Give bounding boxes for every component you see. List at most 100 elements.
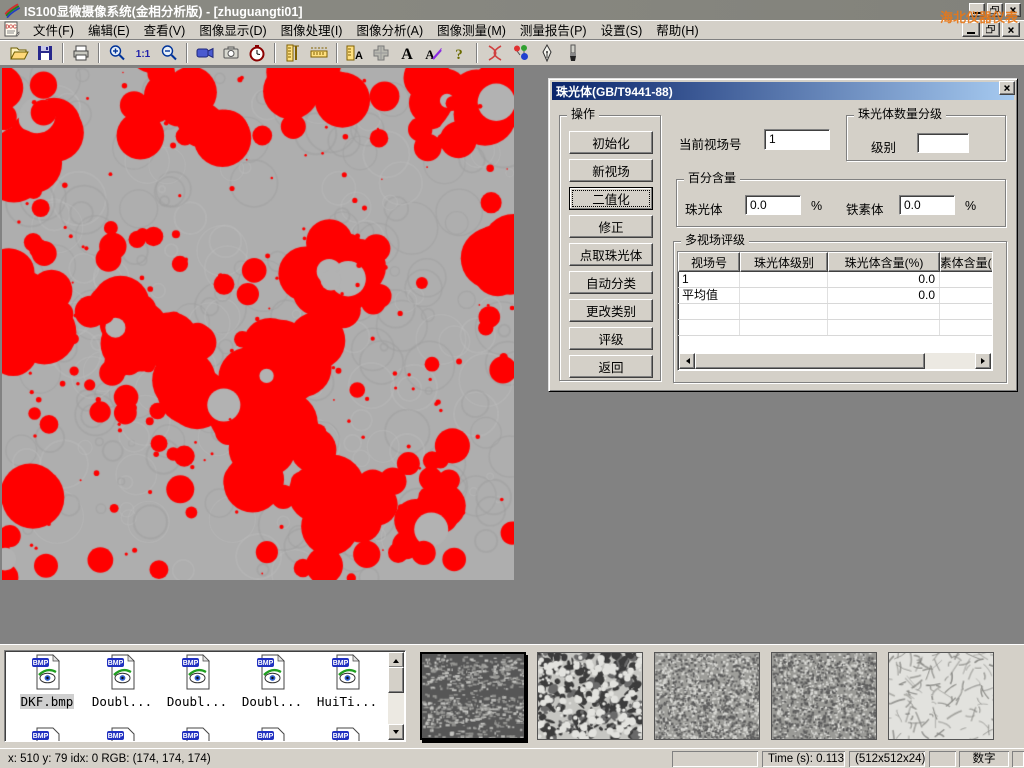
binarize-button[interactable]: 二值化 <box>569 187 653 210</box>
actual-size-icon: 1:1 <box>133 43 153 63</box>
menu-image-analysis[interactable]: 图像分析(A) <box>349 18 430 41</box>
thumbnail-image-5[interactable] <box>888 652 994 740</box>
grade-label: 级别 <box>871 137 896 156</box>
table-row[interactable]: 1 0.0 <box>678 272 992 288</box>
dialog-close-button[interactable]: × <box>999 81 1015 95</box>
pick-pearlite-button[interactable]: 点取珠光体 <box>569 243 653 266</box>
restore-button[interactable] <box>987 3 1003 17</box>
current-field-input[interactable]: 1 <box>764 129 830 150</box>
mdi-restore-button[interactable] <box>982 22 1000 37</box>
menu-view[interactable]: 查看(V) <box>137 18 193 41</box>
menu-edit[interactable]: 编辑(E) <box>81 18 137 41</box>
camera-capture-button[interactable] <box>218 41 244 65</box>
measure-label-button[interactable]: A <box>342 41 368 65</box>
file-item-partial[interactable]: BMP <box>311 727 383 742</box>
brush-tool-button[interactable] <box>560 41 586 65</box>
file-name[interactable]: Doubl... <box>91 694 153 709</box>
auto-classify-button[interactable]: 自动分类 <box>569 271 653 294</box>
menu-measure-report[interactable]: 测量报告(P) <box>513 18 594 41</box>
scroll-down-button[interactable] <box>388 724 404 740</box>
svg-text:BMP: BMP <box>333 660 349 667</box>
camera-capture-icon <box>221 43 241 63</box>
zoom-in-button[interactable] <box>104 41 130 65</box>
menu-file[interactable]: 文件(F) <box>26 18 81 41</box>
scroll-right-button[interactable] <box>975 353 991 369</box>
ferrite-input[interactable]: 0.0 <box>899 195 955 215</box>
file-item[interactable]: BMP Doubl... <box>86 654 158 709</box>
correct-button[interactable]: 修正 <box>569 215 653 238</box>
pen-tool-button[interactable] <box>534 41 560 65</box>
scrollbar-thumb[interactable] <box>695 353 925 369</box>
table-horizontal-scrollbar[interactable] <box>679 353 991 369</box>
file-item[interactable]: BMP Doubl... <box>161 654 233 709</box>
save-file-button[interactable] <box>32 41 58 65</box>
file-item[interactable]: BMP HuiTi... <box>311 654 383 709</box>
initialize-button[interactable]: 初始化 <box>569 131 653 154</box>
menu-image-processing[interactable]: 图像处理(I) <box>274 18 350 41</box>
grid-cross-button[interactable] <box>368 41 394 65</box>
cell-field: 1 <box>678 272 740 287</box>
annotate-tool-button[interactable]: A <box>420 41 446 65</box>
status-cursor-info: x: 510 y: 79 idx: 0 RGB: (174, 174, 174) <box>2 751 668 767</box>
scroll-left-button[interactable] <box>679 353 695 369</box>
open-file-button[interactable] <box>6 41 32 65</box>
video-capture-button[interactable] <box>192 41 218 65</box>
thumbnail-image-2[interactable] <box>537 652 643 740</box>
pearlite-input[interactable]: 0.0 <box>745 195 801 215</box>
text-tool-button[interactable]: A <box>394 41 420 65</box>
zoom-out-button[interactable] <box>156 41 182 65</box>
phase-dots-button[interactable] <box>508 41 534 65</box>
timer-button[interactable] <box>244 41 270 65</box>
caliper-vertical-button[interactable] <box>280 41 306 65</box>
menu-help[interactable]: 帮助(H) <box>649 18 705 41</box>
return-button[interactable]: 返回 <box>569 355 653 378</box>
phase-dots-icon <box>511 43 531 63</box>
grade-button[interactable]: 评级 <box>569 327 653 350</box>
ruler-horizontal-button[interactable] <box>306 41 332 65</box>
print-button[interactable] <box>68 41 94 65</box>
close-button[interactable]: × <box>1005 3 1021 17</box>
thumbnail-image-3[interactable] <box>654 652 760 740</box>
scroll-up-button[interactable] <box>388 652 404 668</box>
file-item-partial[interactable]: BMP <box>11 727 83 742</box>
col-pearlite-grade[interactable]: 珠光体级别 <box>740 252 828 272</box>
menu-image-measure[interactable]: 图像测量(M) <box>430 18 513 41</box>
mdi-minimize-button[interactable] <box>962 22 980 37</box>
table-row[interactable]: 平均值 0.0 <box>678 288 992 304</box>
minimize-button[interactable] <box>969 3 985 17</box>
file-item-partial[interactable]: BMP <box>161 727 233 742</box>
file-item-partial[interactable]: BMP <box>86 727 158 742</box>
multifield-table: 视场号 珠光体级别 珠光体含量(%) 铁素体含量(%) 1 0.0 平均值 0.… <box>677 251 993 371</box>
specimen-image[interactable] <box>2 68 514 580</box>
thumbnail-image-1[interactable] <box>420 652 526 740</box>
scrollbar-thumb[interactable] <box>388 667 404 693</box>
file-item[interactable]: BMP Doubl... <box>236 654 308 709</box>
menu-image-display[interactable]: 图像显示(D) <box>192 18 273 41</box>
menu-settings[interactable]: 设置(S) <box>594 18 650 41</box>
restore-icon <box>990 6 1000 15</box>
toolbar: 1:1 <box>0 40 1024 66</box>
mdi-close-button[interactable]: × <box>1002 22 1020 37</box>
document-icon[interactable]: DOC <box>4 21 20 38</box>
file-name[interactable]: HuiTi... <box>316 694 378 709</box>
help-button[interactable]: ? <box>446 41 472 65</box>
grade-group-label: 珠光体数量分级 <box>854 107 946 121</box>
col-ferrite-content[interactable]: 铁素体含量(%) <box>940 252 993 272</box>
file-name[interactable]: Doubl... <box>241 694 303 709</box>
dialog-title-bar[interactable]: 珠光体(GB/T9441-88) <box>552 82 1014 100</box>
col-field-number[interactable]: 视场号 <box>678 252 740 272</box>
thumbnail-image-4[interactable] <box>771 652 877 740</box>
file-name[interactable]: DKF.bmp <box>20 694 75 709</box>
change-class-button[interactable]: 更改类别 <box>569 299 653 322</box>
col-pearlite-content[interactable]: 珠光体含量(%) <box>828 252 940 272</box>
grade-input[interactable] <box>917 133 969 153</box>
status-empty-panel <box>672 751 758 767</box>
svg-text:1:1: 1:1 <box>136 49 151 60</box>
curve-tool-button[interactable] <box>482 41 508 65</box>
file-name[interactable]: Doubl... <box>166 694 228 709</box>
actual-size-button[interactable]: 1:1 <box>130 41 156 65</box>
file-item-partial[interactable]: BMP <box>236 727 308 742</box>
file-item[interactable]: BMP DKF.bmp <box>11 654 83 709</box>
new-field-button[interactable]: 新视场 <box>569 159 653 182</box>
file-vertical-scrollbar[interactable] <box>388 652 404 740</box>
